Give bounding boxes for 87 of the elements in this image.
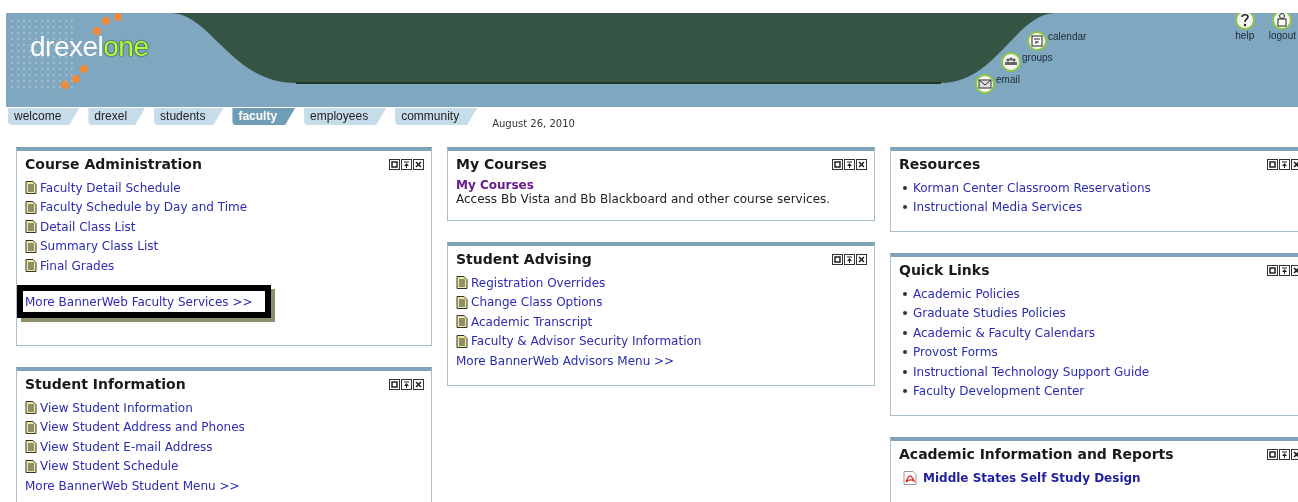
date-text: August 26, 2010 xyxy=(492,118,575,129)
document-icon xyxy=(456,295,468,309)
link[interactable]: Academic Transcript xyxy=(471,314,593,329)
link[interactable]: Middle States Self Study Design xyxy=(923,470,1141,485)
nav-tab[interactable]: community xyxy=(395,108,478,125)
panel-title: Academic Information and Reports xyxy=(899,446,1174,462)
link[interactable]: More BannerWeb Student Menu >> xyxy=(25,478,240,493)
document-icon xyxy=(25,239,37,253)
panel-title: Student Information xyxy=(25,376,186,392)
bullet-icon xyxy=(903,369,907,374)
panel-title: My Courses xyxy=(456,156,547,172)
close-icon[interactable] xyxy=(413,378,424,390)
link[interactable]: Academic & Faculty Calendars xyxy=(913,325,1096,340)
document-icon xyxy=(25,200,37,214)
restore-icon[interactable] xyxy=(1279,158,1290,170)
restore-icon[interactable] xyxy=(401,378,412,390)
link[interactable]: Academic Policies xyxy=(913,286,1020,301)
document-icon xyxy=(25,181,37,195)
restore-icon[interactable] xyxy=(1279,264,1290,276)
bullet-icon xyxy=(903,330,907,335)
person-icon[interactable] xyxy=(1272,13,1293,30)
document-icon xyxy=(25,401,37,415)
document-icon xyxy=(25,440,37,454)
shortcut-link[interactable]: email xyxy=(996,73,1020,85)
minimize-icon[interactable] xyxy=(832,253,843,265)
bullet-icon xyxy=(903,389,907,394)
shortcut-link[interactable]: groups xyxy=(1022,51,1053,63)
link[interactable]: Korman Center Classroom Reservations xyxy=(913,180,1151,195)
restore-icon[interactable] xyxy=(844,158,855,170)
pdf-icon xyxy=(903,470,917,485)
shortcut-link[interactable]: calendar xyxy=(1048,30,1087,42)
link[interactable]: View Student E-mail Address xyxy=(40,439,213,454)
document-icon xyxy=(25,420,37,434)
link[interactable]: Provost Forms xyxy=(913,345,998,360)
panel-title: Resources xyxy=(899,156,981,172)
bullet-icon xyxy=(903,350,907,355)
link[interactable]: Detail Class List xyxy=(40,219,136,234)
link[interactable]: My Courses xyxy=(456,178,534,192)
link[interactable]: Instructional Media Services xyxy=(913,200,1083,215)
link[interactable]: Registration Overrides xyxy=(471,275,606,290)
close-icon[interactable] xyxy=(856,253,867,265)
minimize-icon[interactable] xyxy=(389,158,400,170)
restore-icon[interactable] xyxy=(1279,448,1290,460)
link[interactable]: Summary Class List xyxy=(40,239,159,254)
minimize-icon[interactable] xyxy=(1267,448,1278,460)
document-icon xyxy=(25,459,37,473)
nav-tab[interactable]: students xyxy=(154,108,224,125)
link[interactable]: More BannerWeb Faculty Services >> xyxy=(25,294,253,309)
link[interactable]: Faculty Schedule by Day and Time xyxy=(40,200,248,215)
link[interactable]: Graduate Studies Policies xyxy=(913,306,1066,321)
link[interactable]: Change Class Options xyxy=(471,295,603,310)
panel-title: Student Advising xyxy=(456,251,592,267)
header-link[interactable]: help xyxy=(1235,30,1255,41)
header-link[interactable]: logout xyxy=(1268,30,1296,41)
minimize-icon[interactable] xyxy=(1267,264,1278,276)
close-icon[interactable] xyxy=(856,158,867,170)
link[interactable]: View Student Address and Phones xyxy=(40,420,245,435)
document-icon xyxy=(456,276,468,290)
bullet-icon xyxy=(903,311,907,316)
description-text: Access Bb Vista and Bb Blackboard and other course services. xyxy=(456,192,831,206)
minimize-icon[interactable] xyxy=(1267,158,1278,170)
nav-tab[interactable]: welcome xyxy=(8,108,80,125)
document-icon xyxy=(25,220,37,234)
restore-icon[interactable] xyxy=(844,253,855,265)
link[interactable]: View Student Information xyxy=(40,400,193,415)
bullet-icon xyxy=(903,205,907,210)
logo-text: drexelone xyxy=(30,31,149,63)
minimize-icon[interactable] xyxy=(389,378,400,390)
document-icon xyxy=(456,334,468,348)
document-icon xyxy=(456,315,468,329)
link[interactable]: Final Grades xyxy=(40,258,115,273)
nav-tab[interactable]: employees xyxy=(304,108,387,125)
bullet-icon xyxy=(903,291,907,296)
document-icon xyxy=(25,259,37,273)
bullet-icon xyxy=(903,185,907,190)
link[interactable]: Faculty & Advisor Security Information xyxy=(471,334,702,349)
panel-title: Quick Links xyxy=(899,262,990,278)
link[interactable]: View Student Schedule xyxy=(40,459,179,474)
link[interactable]: Faculty Development Center xyxy=(913,384,1085,399)
minimize-icon[interactable] xyxy=(832,158,843,170)
link[interactable]: Instructional Technology Support Guide xyxy=(913,364,1150,379)
panel-title: Course Administration xyxy=(25,156,202,172)
close-icon[interactable] xyxy=(413,158,424,170)
nav-tab[interactable]: drexel xyxy=(88,108,146,125)
link[interactable]: More BannerWeb Advisors Menu >> xyxy=(456,353,675,368)
link[interactable]: Faculty Detail Schedule xyxy=(40,180,181,195)
restore-icon[interactable] xyxy=(401,158,412,170)
